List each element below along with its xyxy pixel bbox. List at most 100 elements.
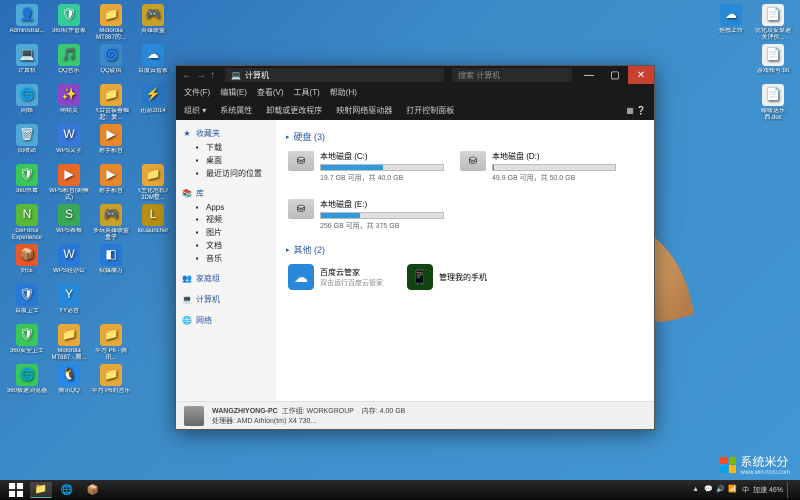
sidebar-item[interactable]: ▪图片 [176, 226, 276, 239]
drives-section-header[interactable]: 硬盘 (3) [286, 130, 644, 143]
desktop-icon[interactable]: 🎮 多玩英雄联盟盒子 [90, 204, 132, 244]
desktop-icon[interactable]: 🛡 360软件管家 [48, 4, 90, 44]
sidebar-computer[interactable]: 💻计算机 [176, 292, 276, 307]
sidebar-item[interactable]: ▪视频 [176, 213, 276, 226]
watermark: 系统米分 www.win7000.com [720, 453, 790, 476]
minimize-button[interactable]: — [576, 66, 602, 84]
desktop-icon[interactable]: 🌀 QQ旋风 [90, 44, 132, 84]
desktop-icon[interactable]: 📄 优化及安卓通关评价... [752, 4, 794, 44]
view-icons[interactable]: ▦ ❔ [626, 106, 646, 115]
desktop-icon[interactable]: 🛡 百度卫士 [6, 284, 48, 324]
toolbar-button[interactable]: 系统属性 [220, 105, 252, 116]
desktop-icon[interactable]: S WPS表格 [48, 204, 90, 244]
menu-item[interactable]: 查看(V) [257, 87, 284, 98]
app-icon: 🌀 [100, 44, 122, 66]
sidebar-network[interactable]: 🌐网络 [176, 313, 276, 328]
desktop-icon[interactable]: ▶ 射手影音 [90, 164, 132, 204]
desktop-icon[interactable]: 📄 游戏帐号.txt [752, 44, 794, 84]
desktop-icon[interactable]: 🎵 QQ音乐 [48, 44, 90, 84]
desktop-icon[interactable]: ◧ 软媒魔方 [90, 244, 132, 284]
app-icon: ☁ [142, 44, 164, 66]
nav-up-icon[interactable]: ↑ [210, 70, 215, 81]
desktop-icon[interactable]: ▶ 射手影音 [90, 124, 132, 164]
desktop-icon[interactable]: 🌐 360极速浏览器 [6, 364, 48, 404]
others-section-header[interactable]: 其他 (2) [286, 243, 644, 256]
toolbar-button[interactable]: 组织 ▾ [184, 105, 206, 116]
search-input[interactable]: 搜索 计算机 [452, 68, 572, 82]
device-item[interactable]: ☁ 百度云管家 双击运行百度云管家 [286, 262, 385, 292]
desktop-icon[interactable]: ☁ 拖拽上传 [710, 4, 752, 44]
menu-item[interactable]: 文件(F) [184, 87, 210, 98]
desktop-icon[interactable]: 🗑 回收站 [6, 124, 48, 164]
sidebar-favorites[interactable]: ★收藏夹 [176, 126, 276, 141]
tray-icon[interactable]: 📶 [728, 485, 738, 495]
tray-icon[interactable]: 🔊 [716, 485, 726, 495]
menu-item[interactable]: 帮助(H) [330, 87, 357, 98]
nav-back-icon[interactable]: ← [182, 70, 192, 81]
desktop-icon[interactable]: 🎮 英雄联盟 [132, 4, 174, 44]
device-item[interactable]: 📱 管理我的手机 [405, 262, 489, 292]
desktop-icon[interactable]: 🌐 网络 [6, 84, 48, 124]
desktop-icon[interactable]: 💻 计算机 [6, 44, 48, 84]
sidebar-item[interactable]: ▪最近访问的位置 [176, 167, 276, 180]
toolbar-button[interactable]: 打开控制面板 [406, 105, 454, 116]
icon-label: 360安全卫士 [7, 348, 47, 355]
drive-icon: ⛁ [460, 151, 486, 171]
menu-item[interactable]: 编辑(E) [220, 87, 247, 98]
sidebar-item[interactable]: ▪Apps [176, 201, 276, 213]
desktop-icon[interactable]: W WPS文字 [48, 124, 90, 164]
drive-name: 本地磁盘 (C:) [320, 151, 444, 162]
desktop-icon[interactable]: 📁 Motorola MT887的... [90, 4, 132, 44]
app-icon: 🎵 [58, 44, 80, 66]
sidebar-item[interactable]: ▪桌面 [176, 154, 276, 167]
desktop-icon[interactable]: 🐧 腾讯QQ [48, 364, 90, 404]
taskbar-explorer[interactable]: 📁 [30, 482, 52, 498]
desktop-icon[interactable]: 📁 Motorola MT887 - 腾... [48, 324, 90, 364]
nav-forward-icon[interactable]: → [196, 70, 206, 81]
desktop-icon[interactable]: ☁ 百度云管家 [132, 44, 174, 84]
desktop-icon[interactable]: ✨ 萌精灵 [48, 84, 90, 124]
desktop-icon[interactable]: ⚡ 迅游2014 [132, 84, 174, 124]
start-button[interactable] [4, 481, 28, 499]
sidebar-item[interactable]: ▪下载 [176, 141, 276, 154]
drive-freespace: 256 GB 可用，共 375 GB [320, 221, 444, 231]
taskbar-app[interactable]: 📦 [82, 482, 104, 498]
drive-item[interactable]: ⛁ 本地磁盘 (C:) 19.7 GB 可用，共 40.0 GB [286, 149, 446, 185]
show-desktop[interactable] [787, 482, 792, 498]
titlebar: ← → ↑ 💻 计算机 搜索 计算机 — ▢ ✕ [176, 66, 654, 84]
sidebar-libraries[interactable]: 📚库 [176, 186, 276, 201]
drive-item[interactable]: ⛁ 本地磁盘 (E:) 256 GB 可用，共 375 GB [286, 197, 446, 233]
desktop-icon[interactable]: Y YY语音 [48, 284, 90, 324]
desktop-icon[interactable]: 🛡 360杀毒 [6, 164, 48, 204]
desktop-icon[interactable]: 📦 好压 [6, 244, 48, 284]
desktop-icon[interactable]: 🛡 360安全卫士 [6, 324, 48, 364]
desktop-icon[interactable]: 📁 《生化危机》3DM整... [132, 164, 174, 204]
sidebar-item[interactable]: ▪音乐 [176, 252, 276, 265]
desktop-icon[interactable]: 📁 《合金装备崛起：复... [90, 84, 132, 124]
ime-indicator[interactable]: 中 [742, 485, 749, 495]
app-icon: Y [58, 284, 80, 306]
desktop-icon[interactable]: 📁 华为 P6的音乐 [90, 364, 132, 404]
icon-label: 回收站 [7, 148, 47, 155]
address-bar[interactable]: 💻 计算机 [225, 68, 444, 82]
maximize-button[interactable]: ▢ [602, 66, 628, 84]
sidebar-homegroup[interactable]: 👥家庭组 [176, 271, 276, 286]
accel-widget[interactable]: 加速 46% [753, 485, 783, 495]
close-button[interactable]: ✕ [628, 66, 654, 84]
desktop-icon[interactable]: ▶ WPS影音(剧模式) [48, 164, 90, 204]
menu-item[interactable]: 工具(T) [294, 87, 320, 98]
sidebar-item[interactable]: ▪文档 [176, 239, 276, 252]
desktop-icon[interactable]: W WPS轻办公 [48, 244, 90, 284]
desktop-icon[interactable]: 📁 华为 P6 - 腾讯... [90, 324, 132, 364]
tray-icon[interactable]: ▲ [692, 486, 702, 496]
toolbar-button[interactable]: 映射网络驱动器 [336, 105, 392, 116]
desktop-icon[interactable]: 📄 暖暖送东西.doc [752, 84, 794, 124]
desktop-icon[interactable]: L lol.launcher [132, 204, 174, 244]
toolbar-button[interactable]: 卸载或更改程序 [266, 105, 322, 116]
taskbar-browser[interactable]: 🌐 [56, 482, 78, 498]
icon-label: 华为 P6的音乐 [91, 388, 131, 395]
desktop-icon[interactable]: N GeForce Experience [6, 204, 48, 244]
desktop-icon[interactable]: 👤 Administrat... [6, 4, 48, 44]
drive-item[interactable]: ⛁ 本地磁盘 (D:) 49.9 GB 可用，共 50.0 GB [458, 149, 618, 185]
tray-icon[interactable]: 💬 [704, 485, 714, 495]
